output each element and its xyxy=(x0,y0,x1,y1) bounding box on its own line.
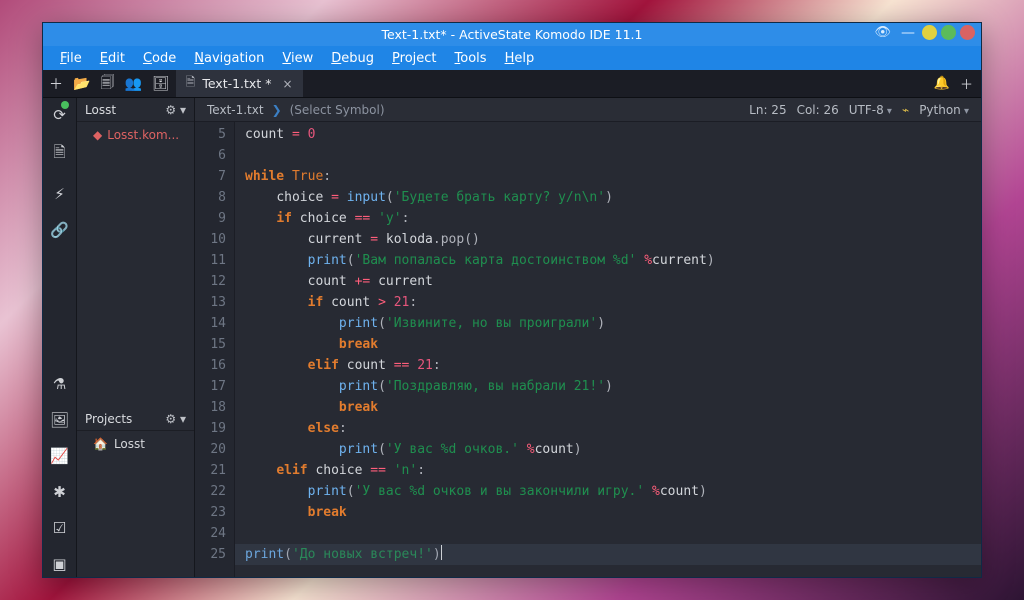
file-tree-item[interactable]: ◆ Losst.kom... xyxy=(77,122,194,148)
menubar[interactable]: FileEditCodeNavigationViewDebugProjectTo… xyxy=(43,46,981,70)
code-line[interactable]: elif count == 21: xyxy=(245,355,981,376)
menu-view[interactable]: View xyxy=(275,49,320,68)
project-item[interactable]: 🏠 Losst xyxy=(77,431,194,457)
chevron-right-icon: ❯ xyxy=(272,103,282,117)
ide-window: Text-1.txt* - ActiveState Komodo IDE 11.… xyxy=(42,22,982,578)
code-line[interactable]: choice = input('Будете брать карту? y/n\… xyxy=(245,187,981,208)
image-icon[interactable]: 🖼 xyxy=(50,407,69,433)
code-line[interactable]: break xyxy=(245,334,981,355)
python-logo-icon: ⌁ xyxy=(902,103,909,117)
code-line[interactable]: print('У вас %d очков.' %count) xyxy=(245,439,981,460)
breadcrumb-symbol[interactable]: (Select Symbol) xyxy=(290,103,385,117)
copy-icon[interactable]: 🗐 xyxy=(100,72,114,96)
body: ⟳ 🗎 ⚡ 🔗 ⚗ 🖼 📈 ✱ ☑ ▣ Losst ⚙ ▾ ◆ Losst.ko… xyxy=(43,98,981,577)
code-line[interactable]: print('У вас %d очков и вы закончили игр… xyxy=(245,481,981,502)
vcs-icon[interactable]: ⟳ xyxy=(53,102,66,128)
code-line[interactable]: while True: xyxy=(245,166,981,187)
code-line[interactable]: print('Вам попалась карта достоинством %… xyxy=(245,250,981,271)
terminal-icon[interactable]: ▣ xyxy=(52,551,66,577)
status-language[interactable]: Python xyxy=(919,103,969,117)
window-controls: 👁 — xyxy=(874,25,975,40)
maximize-button[interactable] xyxy=(941,25,956,40)
checklist-icon[interactable]: ☑ xyxy=(53,515,66,541)
code-line[interactable] xyxy=(245,145,981,166)
share-icon[interactable]: 🔗 xyxy=(50,217,69,243)
projects-header[interactable]: Projects ⚙ ▾ xyxy=(77,407,194,431)
run-icon[interactable]: ⚡ xyxy=(54,181,65,207)
document-icon[interactable]: 🗎 xyxy=(53,138,65,171)
titlebar[interactable]: Text-1.txt* - ActiveState Komodo IDE 11.… xyxy=(43,23,981,46)
tab-bar: 🗎 Text-1.txt * × xyxy=(176,70,926,97)
flask-icon[interactable]: ⚗ xyxy=(53,371,66,397)
breadcrumb-file[interactable]: Text-1.txt xyxy=(207,103,264,117)
menu-code[interactable]: Code xyxy=(136,49,183,68)
code-line[interactable]: if choice == 'y': xyxy=(245,208,981,229)
window-title: Text-1.txt* - ActiveState Komodo IDE 11.… xyxy=(43,27,981,42)
status-col[interactable]: Col: 26 xyxy=(797,103,839,117)
home-icon: 🏠 xyxy=(93,437,108,451)
code-editor[interactable]: 5678910111213141516171819202122232425 co… xyxy=(195,122,981,577)
projects-title: Projects xyxy=(85,412,132,426)
new-file-icon[interactable]: ＋ xyxy=(49,74,63,94)
menu-file[interactable]: File xyxy=(53,49,89,68)
places-header[interactable]: Losst ⚙ ▾ xyxy=(77,98,194,122)
group-icon[interactable]: 👥 xyxy=(124,76,141,92)
file-tab[interactable]: 🗎 Text-1.txt * × xyxy=(176,70,304,97)
code-line[interactable]: else: xyxy=(245,418,981,439)
toolbar-left: ＋ 📂 🗐 👥 🗄 xyxy=(43,70,176,97)
gear-icon[interactable]: ⚙ ▾ xyxy=(165,412,186,426)
close-button[interactable] xyxy=(960,25,975,40)
code-line[interactable]: break xyxy=(245,397,981,418)
code-lines[interactable]: count = 0 while True: choice = input('Бу… xyxy=(235,122,981,577)
toolbar: ＋ 📂 🗐 👥 🗄 🗎 Text-1.txt * × 🔔 ＋ xyxy=(43,70,981,98)
chart-icon[interactable]: 📈 xyxy=(50,443,69,469)
menu-project[interactable]: Project xyxy=(385,49,444,68)
open-folder-icon[interactable]: 📂 xyxy=(73,76,90,92)
menu-navigation[interactable]: Navigation xyxy=(187,49,271,68)
database-icon[interactable]: 🗄 xyxy=(152,76,170,92)
code-line[interactable]: print('Поздравляю, вы набрали 21!') xyxy=(245,376,981,397)
tab-close-icon[interactable]: × xyxy=(282,77,292,91)
file-tree-label: Losst.kom... xyxy=(107,128,179,142)
toolbar-right: 🔔 ＋ xyxy=(926,70,981,97)
visibility-icon[interactable]: 👁 xyxy=(874,25,891,40)
code-line[interactable]: current = koloda.pop() xyxy=(245,229,981,250)
menu-debug[interactable]: Debug xyxy=(324,49,381,68)
add-pane-icon[interactable]: ＋ xyxy=(960,74,973,93)
menu-edit[interactable]: Edit xyxy=(93,49,132,68)
code-line[interactable]: count = 0 xyxy=(245,124,981,145)
project-label: Losst xyxy=(114,437,145,451)
places-title: Losst xyxy=(85,103,116,117)
menu-tools[interactable]: Tools xyxy=(448,49,494,68)
line-gutter: 5678910111213141516171819202122232425 xyxy=(195,122,235,577)
menu-help[interactable]: Help xyxy=(498,49,542,68)
code-line[interactable]: print('Извините, но вы проиграли') xyxy=(245,313,981,334)
file-tab-label: Text-1.txt * xyxy=(202,76,271,91)
minimize-button[interactable] xyxy=(922,25,937,40)
gear-icon[interactable]: ⚙ ▾ xyxy=(165,103,186,117)
notifications-icon[interactable]: 🔔 xyxy=(934,76,950,91)
code-line[interactable] xyxy=(245,523,981,544)
side-panel: Losst ⚙ ▾ ◆ Losst.kom... Projects ⚙ ▾ 🏠 … xyxy=(77,98,195,577)
minimize-alt-icon[interactable]: — xyxy=(901,25,915,40)
activity-bar: ⟳ 🗎 ⚡ 🔗 ⚗ 🖼 📈 ✱ ☑ ▣ xyxy=(43,98,77,577)
status-line[interactable]: Ln: 25 xyxy=(749,103,786,117)
regex-icon[interactable]: ✱ xyxy=(53,479,66,505)
code-line[interactable]: elif choice == 'n': xyxy=(245,460,981,481)
breadcrumb-bar: Text-1.txt ❯ (Select Symbol) Ln: 25 Col:… xyxy=(195,98,981,122)
editor-region: Text-1.txt ❯ (Select Symbol) Ln: 25 Col:… xyxy=(195,98,981,577)
status-encoding[interactable]: UTF-8 xyxy=(849,103,892,117)
projects-panel: Projects ⚙ ▾ 🏠 Losst xyxy=(77,407,194,577)
code-line[interactable]: break xyxy=(245,502,981,523)
code-line[interactable]: if count > 21: xyxy=(245,292,981,313)
code-line[interactable]: count += current xyxy=(245,271,981,292)
document-icon: 🗎 xyxy=(186,73,196,94)
dot-icon: ◆ xyxy=(93,128,102,142)
